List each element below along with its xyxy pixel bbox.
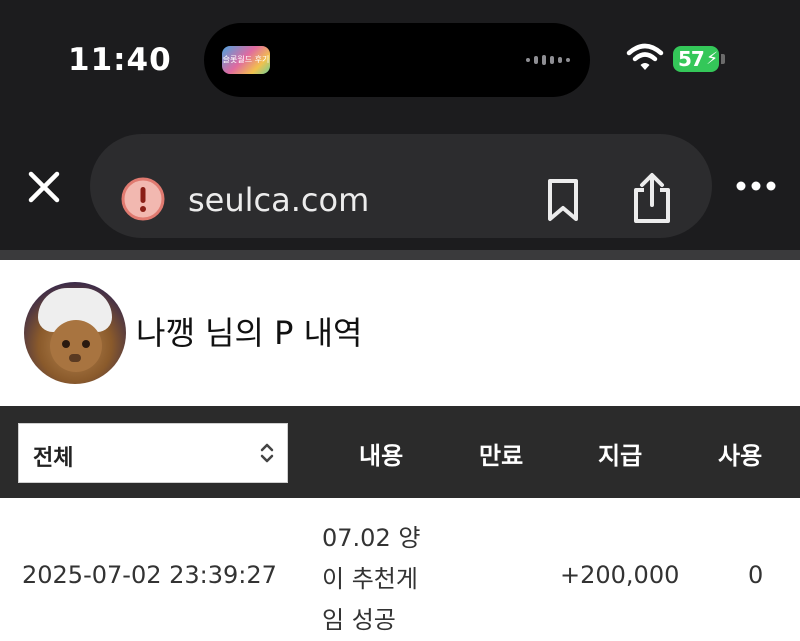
browser-toolbar: seulca.com [0, 120, 800, 250]
dynamic-island[interactable]: 슬롯월드 후기 [204, 23, 590, 97]
status-time: 11:40 [68, 42, 172, 78]
column-header-issued: 지급 [598, 442, 643, 470]
avatar-eye [62, 340, 70, 348]
audio-level-icon [526, 55, 570, 65]
row-description-line: 임 성공 [322, 606, 396, 634]
filter-selected-value: 전체 [33, 446, 74, 471]
avatar [24, 282, 126, 384]
battery-charging-icon: 57 ⚡ [673, 46, 719, 72]
row-description: 07.02 양 이 추천게 임 성공 [322, 518, 440, 641]
row-date: 2025-07-02 23:39:27 [22, 561, 277, 589]
row-description-line: 이 추천게 [322, 565, 418, 593]
row-issued: +200,000 [560, 561, 680, 589]
column-header-content: 내용 [359, 442, 404, 470]
avatar-eye [82, 340, 90, 348]
more-icon[interactable] [736, 180, 776, 192]
column-header-expiry: 만료 [479, 442, 524, 470]
table-header: 전체 내용 만료 지급 사용 [0, 406, 800, 498]
charging-bolt-icon: ⚡ [706, 49, 718, 69]
row-used: 0 [748, 561, 764, 589]
url-text[interactable]: seulca.com [188, 181, 369, 219]
toolbar-separator [0, 250, 800, 260]
avatar-face [50, 320, 102, 372]
chevron-up-down-icon [260, 443, 274, 463]
table-row: 2025-07-02 23:39:27 07.02 양 이 추천게 임 성공 +… [0, 498, 800, 640]
page-title: 나깽 님의 P 내역 [136, 314, 363, 352]
avatar-nose [69, 354, 81, 362]
address-bar[interactable]: seulca.com [90, 134, 712, 238]
battery-level: 57 [678, 47, 705, 71]
warning-icon[interactable] [121, 177, 165, 221]
filter-select[interactable]: 전체 [18, 423, 288, 483]
share-icon[interactable] [630, 172, 674, 224]
live-activity-thumbnail[interactable]: 슬롯월드 후기 [222, 46, 270, 74]
bookmark-icon[interactable] [546, 178, 580, 222]
column-header-used: 사용 [718, 442, 763, 470]
row-description-line: 07.02 양 [322, 524, 421, 552]
battery-cap [721, 54, 725, 64]
wifi-icon [626, 43, 664, 70]
status-bar: 11:40 슬롯월드 후기 57 ⚡ [0, 0, 800, 120]
close-icon[interactable] [22, 165, 66, 209]
